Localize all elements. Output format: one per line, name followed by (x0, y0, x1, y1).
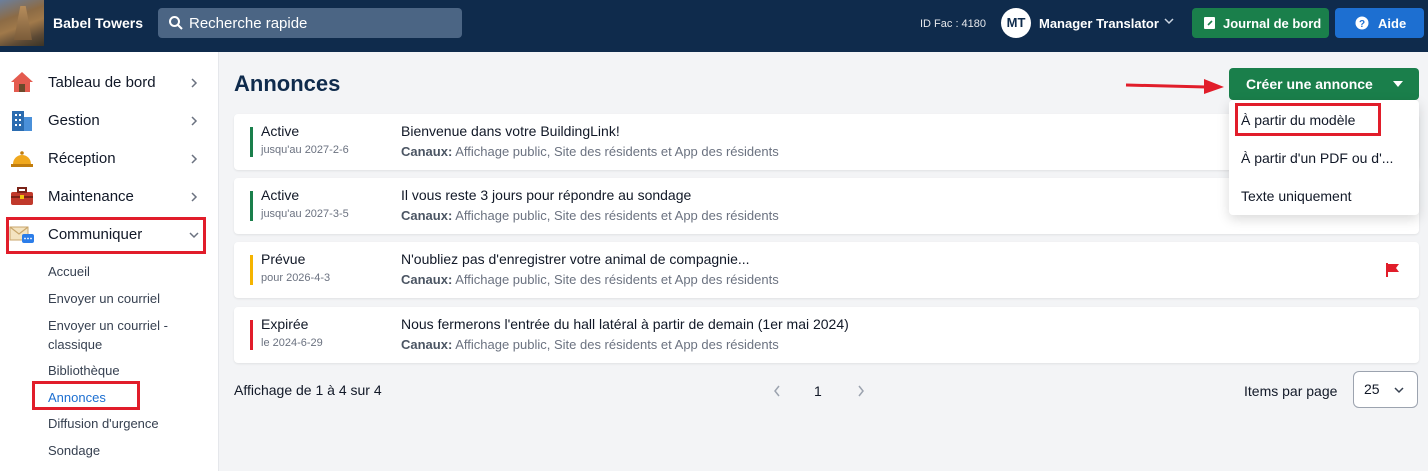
user-menu[interactable]: Manager Translator (1039, 16, 1159, 31)
channels-text: Canaux: Affichage public, Site des résid… (401, 208, 779, 223)
announcement-card[interactable]: Expirée le 2024-6-29 Nous fermerons l'en… (234, 307, 1419, 363)
status-bar (250, 320, 253, 350)
chevron-right-icon (191, 116, 198, 126)
status-label: Expirée (261, 316, 309, 332)
help-button[interactable]: ? Aide (1335, 8, 1424, 38)
menu-item-text-only[interactable]: Texte uniquement (1241, 188, 1352, 204)
channels-label: Canaux: (401, 272, 453, 287)
journal-label: Journal de bord (1223, 16, 1322, 31)
channels-text: Canaux: Affichage public, Site des résid… (401, 337, 779, 352)
app-title[interactable]: Babel Towers (53, 15, 143, 31)
facility-id: ID Fac : 4180 (920, 18, 987, 30)
help-label: Aide (1378, 16, 1407, 31)
search-icon (169, 16, 183, 30)
svg-text:?: ? (1359, 19, 1365, 30)
status-bar (250, 191, 253, 221)
notebook-icon (1204, 17, 1215, 29)
building-logo[interactable] (0, 0, 44, 46)
flag-icon[interactable] (1384, 262, 1400, 278)
submenu-item-survey[interactable]: Sondage (48, 441, 100, 460)
channels-text: Canaux: Affichage public, Site des résid… (401, 272, 779, 287)
top-bar: Babel Towers Recherche rapide ID Fac : 4… (0, 0, 1428, 52)
toolbox-icon (11, 187, 33, 205)
highlight-box (6, 217, 206, 254)
question-circle-icon: ? (1355, 16, 1369, 30)
page-title: Annonces (234, 71, 341, 96)
current-page[interactable]: 1 (814, 383, 822, 399)
announcement-title[interactable]: Nous fermerons l'entrée du hall latéral … (401, 316, 849, 332)
sidebar-item-label: Réception (48, 150, 116, 167)
sidebar-item-label: Maintenance (48, 188, 134, 205)
announcement-title[interactable]: Bienvenue dans votre BuildingLink! (401, 123, 620, 139)
sidebar-item-maintenance[interactable]: Maintenance (0, 178, 219, 216)
status-label: Prévue (261, 251, 306, 267)
submenu-item-library[interactable]: Bibliothèque (48, 361, 120, 380)
chevron-down-icon (1394, 387, 1404, 394)
channels-value: Affichage public, Site des résidents et … (455, 208, 779, 223)
chevron-left-icon[interactable] (772, 384, 782, 398)
status-label: Active (261, 123, 300, 139)
search-input[interactable]: Recherche rapide (158, 8, 462, 38)
announcement-card[interactable]: Prévue pour 2026-4-3 N'oubliez pas d'enr… (234, 242, 1419, 298)
create-announcement-button[interactable]: Créer une annonce (1229, 68, 1419, 100)
house-icon (11, 72, 33, 92)
status-label: Active (261, 187, 300, 203)
channels-label: Canaux: (401, 144, 453, 159)
items-per-page-value: 25 (1364, 381, 1380, 397)
submenu-item-send-email-classic[interactable]: Envoyer un courriel - (48, 316, 168, 335)
announcement-title[interactable]: N'oubliez pas d'enregistrer votre animal… (401, 251, 750, 267)
submenu-item-send-email[interactable]: Envoyer un courriel (48, 289, 160, 308)
date-label: le 2024-6-29 (261, 337, 323, 349)
channels-value: Affichage public, Site des résidents et … (455, 272, 779, 287)
announcement-title[interactable]: Il vous reste 3 jours pour répondre au s… (401, 187, 691, 203)
search-placeholder: Recherche rapide (189, 15, 308, 32)
status-bar (250, 255, 253, 285)
channels-value: Affichage public, Site des résidents et … (455, 337, 779, 352)
caret-down-icon (1393, 81, 1403, 87)
status-bar (250, 127, 253, 157)
highlight-box (1235, 103, 1381, 136)
channels-label: Canaux: (401, 208, 453, 223)
pointer-arrow (1125, 79, 1224, 94)
create-announcement-label: Créer une annonce (1246, 76, 1373, 92)
chevron-right-icon[interactable] (856, 384, 866, 398)
channels-value: Affichage public, Site des résidents et … (455, 144, 779, 159)
chevron-down-icon[interactable] (1163, 15, 1175, 27)
sidebar-item-management[interactable]: Gestion (0, 102, 219, 140)
sidebar-item-label: Tableau de bord (48, 74, 156, 91)
sidebar-item-label: Gestion (48, 112, 100, 129)
channels-label: Canaux: (401, 337, 453, 352)
date-label: pour 2026-4-3 (261, 272, 331, 284)
items-per-page-label: Items par page (1244, 383, 1338, 399)
channels-text: Canaux: Affichage public, Site des résid… (401, 144, 779, 159)
building-icon (12, 111, 32, 131)
date-label: jusqu'au 2027-3-5 (261, 208, 349, 220)
sidebar-item-dashboard[interactable]: Tableau de bord (0, 64, 219, 102)
submenu-item-send-email-classic-line2[interactable]: classique (48, 335, 102, 354)
chevron-right-icon (191, 78, 198, 88)
submenu-item-emergency-broadcast[interactable]: Diffusion d'urgence (48, 414, 159, 433)
highlight-box (32, 381, 140, 410)
items-per-page-select[interactable]: 25 (1353, 371, 1418, 408)
submenu-item-home[interactable]: Accueil (48, 262, 90, 281)
chevron-right-icon (191, 154, 198, 164)
sidebar: Tableau de bord Gestion Réception Mainte… (0, 52, 219, 471)
chevron-right-icon (191, 192, 198, 202)
sidebar-item-reception[interactable]: Réception (0, 140, 219, 178)
pagination-info: Affichage de 1 à 4 sur 4 (234, 382, 382, 398)
avatar[interactable]: MT (1001, 8, 1031, 38)
menu-item-from-pdf[interactable]: À partir d'un PDF ou d'... (1241, 150, 1393, 166)
date-label: jusqu'au 2027-2-6 (261, 144, 349, 156)
journal-button[interactable]: Journal de bord (1192, 8, 1329, 38)
service-bell-icon (11, 151, 33, 167)
